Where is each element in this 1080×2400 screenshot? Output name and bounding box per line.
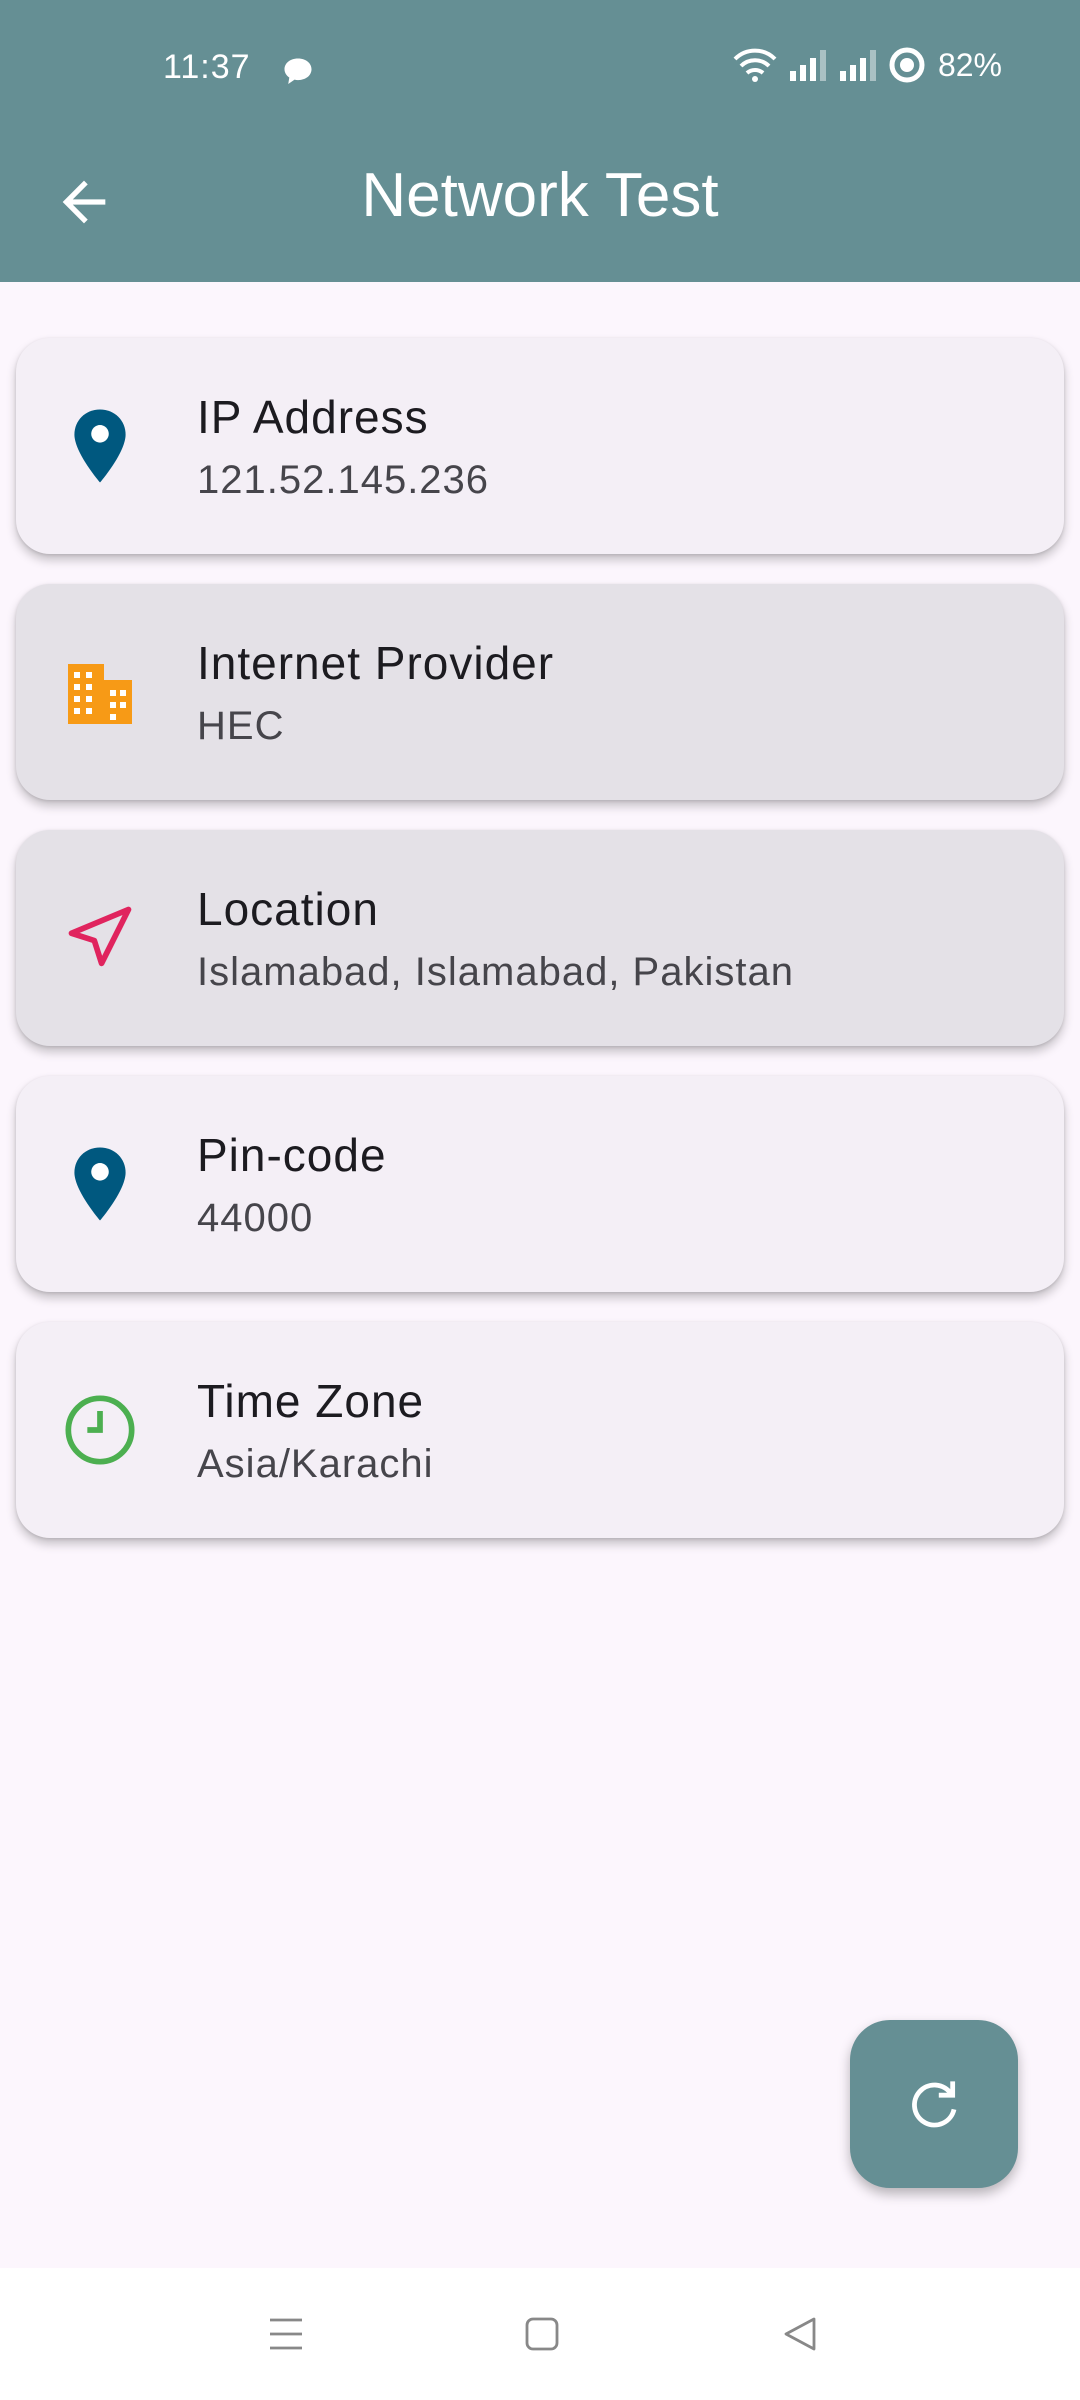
card-value: HEC: [197, 704, 285, 748]
refresh-button[interactable]: [850, 2020, 1018, 2188]
battery-ring-icon: [889, 47, 925, 83]
card-time-zone[interactable]: Time Zone Asia/Karachi: [16, 1322, 1064, 1538]
title-row: Network Test: [0, 150, 1080, 250]
card-value: 44000: [197, 1196, 314, 1240]
card-label: Time Zone: [197, 1375, 425, 1427]
battery-percent: 82%: [937, 46, 1002, 83]
card-location[interactable]: Location Islamabad, Islamabad, Pakistan: [16, 830, 1064, 1046]
card-value: 121.52.145.236: [197, 458, 490, 502]
signal-icon: [789, 50, 826, 81]
page-title: Network Test: [361, 161, 719, 230]
system-nav-bar: [0, 2268, 1080, 2400]
refresh-icon: [912, 2081, 957, 2128]
building-icon: [62, 654, 138, 730]
card-value: Islamabad, Islamabad, Pakistan: [197, 950, 794, 994]
app-bar: 11:37 82% Network Test: [0, 0, 1080, 282]
status-time: 11:37: [163, 48, 251, 86]
card-pin-code[interactable]: Pin-code 44000: [16, 1076, 1064, 1292]
card-label: Internet Provider: [197, 637, 555, 689]
info-card-list: IP Address 121.52.145.236 Internet Provi…: [16, 338, 1064, 1568]
card-label: IP Address: [197, 391, 429, 443]
nav-menu-button[interactable]: [262, 2310, 310, 2358]
back-triangle-icon: [784, 2317, 816, 2351]
card-label: Location: [197, 883, 379, 935]
card-value: Asia/Karachi: [197, 1442, 434, 1486]
signal-icon: [839, 50, 876, 81]
map-pin-icon: [62, 408, 138, 484]
card-internet-provider[interactable]: Internet Provider HEC: [16, 584, 1064, 800]
chat-notification-icon: [284, 58, 312, 84]
menu-icon: [270, 2318, 302, 2350]
wifi-icon: [733, 48, 777, 82]
status-right-group: 82%: [732, 46, 1002, 84]
map-pin-icon: [62, 1146, 138, 1222]
home-square-icon: [525, 2317, 559, 2351]
navigation-arrow-icon: [62, 900, 138, 976]
nav-back-button[interactable]: [776, 2310, 824, 2358]
card-label: Pin-code: [197, 1129, 387, 1181]
card-ip-address[interactable]: IP Address 121.52.145.236: [16, 338, 1064, 554]
status-bar: 11:37 82%: [0, 40, 1080, 104]
clock-icon: [62, 1392, 138, 1468]
nav-home-button[interactable]: [518, 2310, 566, 2358]
